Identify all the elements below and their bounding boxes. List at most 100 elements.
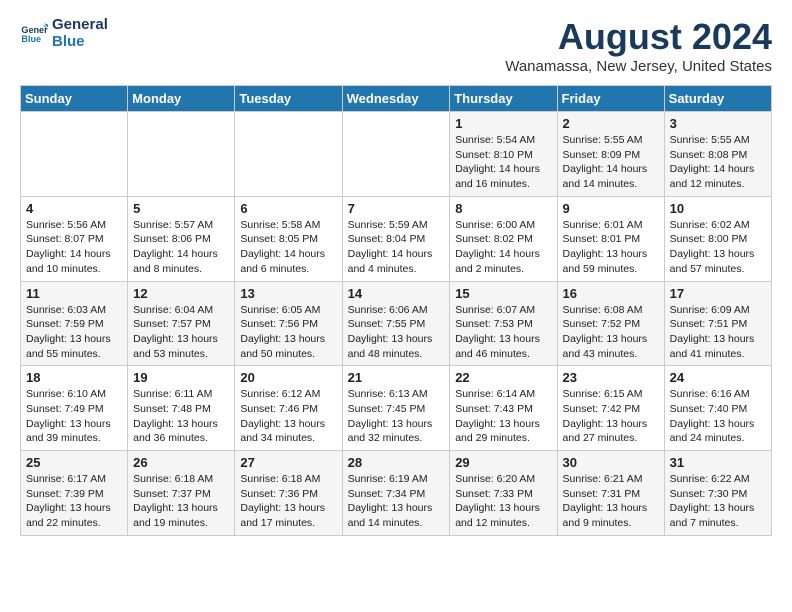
day-detail: Sunrise: 6:19 AM Sunset: 7:34 PM Dayligh…	[348, 472, 445, 531]
svg-text:Blue: Blue	[21, 34, 41, 44]
day-number: 7	[348, 201, 445, 216]
day-detail: Sunrise: 6:15 AM Sunset: 7:42 PM Dayligh…	[563, 387, 659, 446]
title-block: August 2024 Wanamassa, New Jersey, Unite…	[505, 16, 772, 75]
weekday-header: Sunday	[21, 86, 128, 112]
month-year: August 2024	[505, 16, 772, 58]
day-number: 5	[133, 201, 229, 216]
day-number: 19	[133, 370, 229, 385]
day-detail: Sunrise: 6:05 AM Sunset: 7:56 PM Dayligh…	[240, 303, 336, 362]
calendar-cell: 20 Sunrise: 6:12 AM Sunset: 7:46 PM Dayli…	[235, 366, 342, 451]
day-number: 1	[455, 116, 551, 131]
day-number: 11	[26, 286, 122, 301]
calendar-header-row: SundayMondayTuesdayWednesdayThursdayFrid…	[21, 86, 772, 112]
calendar-cell: 31Sunrise: 6:22 AM Sunset: 7:30 PM Dayli…	[664, 451, 771, 536]
day-detail: Sunrise: 6:13 AM Sunset: 7:45 PM Dayligh…	[348, 387, 445, 446]
calendar-cell: 9 Sunrise: 6:01 AM Sunset: 8:01 PM Daylig…	[557, 196, 664, 281]
day-detail: Sunrise: 6:03 AM Sunset: 7:59 PM Dayligh…	[26, 303, 122, 362]
day-number: 18	[26, 370, 122, 385]
day-number: 30	[563, 455, 659, 470]
day-detail: Sunrise: 6:18 AM Sunset: 7:37 PM Dayligh…	[133, 472, 229, 531]
calendar-cell	[21, 112, 128, 197]
calendar-week-row: 25Sunrise: 6:17 AM Sunset: 7:39 PM Dayli…	[21, 451, 772, 536]
calendar-cell: 14 Sunrise: 6:06 AM Sunset: 7:55 PM Dayli…	[342, 281, 450, 366]
calendar-cell: 29Sunrise: 6:20 AM Sunset: 7:33 PM Dayli…	[450, 451, 557, 536]
day-number: 9	[563, 201, 659, 216]
day-detail: Sunrise: 5:58 AM Sunset: 8:05 PM Dayligh…	[240, 218, 336, 277]
weekday-header: Saturday	[664, 86, 771, 112]
calendar-cell: 7 Sunrise: 5:59 AM Sunset: 8:04 PM Daylig…	[342, 196, 450, 281]
day-detail: Sunrise: 6:21 AM Sunset: 7:31 PM Dayligh…	[563, 472, 659, 531]
day-number: 26	[133, 455, 229, 470]
day-number: 21	[348, 370, 445, 385]
calendar-cell: 13 Sunrise: 6:05 AM Sunset: 7:56 PM Dayli…	[235, 281, 342, 366]
day-detail: Sunrise: 6:12 AM Sunset: 7:46 PM Dayligh…	[240, 387, 336, 446]
day-detail: Sunrise: 6:06 AM Sunset: 7:55 PM Dayligh…	[348, 303, 445, 362]
weekday-header: Thursday	[450, 86, 557, 112]
day-number: 31	[670, 455, 766, 470]
day-number: 16	[563, 286, 659, 301]
calendar-cell	[128, 112, 235, 197]
calendar-cell: 4 Sunrise: 5:56 AM Sunset: 8:07 PM Daylig…	[21, 196, 128, 281]
calendar-cell: 11 Sunrise: 6:03 AM Sunset: 7:59 PM Dayli…	[21, 281, 128, 366]
day-detail: Sunrise: 6:11 AM Sunset: 7:48 PM Dayligh…	[133, 387, 229, 446]
calendar-week-row: 4 Sunrise: 5:56 AM Sunset: 8:07 PM Daylig…	[21, 196, 772, 281]
day-detail: Sunrise: 6:04 AM Sunset: 7:57 PM Dayligh…	[133, 303, 229, 362]
calendar-cell: 8 Sunrise: 6:00 AM Sunset: 8:02 PM Daylig…	[450, 196, 557, 281]
calendar-cell: 3 Sunrise: 5:55 AM Sunset: 8:08 PM Daylig…	[664, 112, 771, 197]
calendar-cell: 25Sunrise: 6:17 AM Sunset: 7:39 PM Dayli…	[21, 451, 128, 536]
calendar-cell: 1 Sunrise: 5:54 AM Sunset: 8:10 PM Daylig…	[450, 112, 557, 197]
page-header: General Blue General Blue August 2024 Wa…	[20, 16, 772, 75]
day-detail: Sunrise: 6:20 AM Sunset: 7:33 PM Dayligh…	[455, 472, 551, 531]
day-number: 27	[240, 455, 336, 470]
calendar-cell: 26 Sunrise: 6:18 AM Sunset: 7:37 PM Dayli…	[128, 451, 235, 536]
day-detail: Sunrise: 6:02 AM Sunset: 8:00 PM Dayligh…	[670, 218, 766, 277]
calendar-cell: 28 Sunrise: 6:19 AM Sunset: 7:34 PM Dayli…	[342, 451, 450, 536]
logo-icon: General Blue	[20, 19, 48, 47]
calendar-cell: 22Sunrise: 6:14 AM Sunset: 7:43 PM Dayli…	[450, 366, 557, 451]
calendar-cell: 5 Sunrise: 5:57 AM Sunset: 8:06 PM Daylig…	[128, 196, 235, 281]
calendar-week-row: 11 Sunrise: 6:03 AM Sunset: 7:59 PM Dayli…	[21, 281, 772, 366]
day-detail: Sunrise: 5:54 AM Sunset: 8:10 PM Dayligh…	[455, 133, 551, 192]
day-number: 15	[455, 286, 551, 301]
day-number: 14	[348, 286, 445, 301]
calendar-cell	[235, 112, 342, 197]
weekday-header: Monday	[128, 86, 235, 112]
logo-line1: General	[52, 16, 108, 33]
day-number: 2	[563, 116, 659, 131]
day-number: 25	[26, 455, 122, 470]
day-detail: Sunrise: 6:16 AM Sunset: 7:40 PM Dayligh…	[670, 387, 766, 446]
day-detail: Sunrise: 5:55 AM Sunset: 8:08 PM Dayligh…	[670, 133, 766, 192]
weekday-header: Friday	[557, 86, 664, 112]
day-detail: Sunrise: 5:56 AM Sunset: 8:07 PM Dayligh…	[26, 218, 122, 277]
day-number: 13	[240, 286, 336, 301]
calendar-cell: 17 Sunrise: 6:09 AM Sunset: 7:51 PM Dayli…	[664, 281, 771, 366]
calendar-cell: 27Sunrise: 6:18 AM Sunset: 7:36 PM Dayli…	[235, 451, 342, 536]
day-number: 28	[348, 455, 445, 470]
day-number: 12	[133, 286, 229, 301]
day-number: 4	[26, 201, 122, 216]
calendar-week-row: 18Sunrise: 6:10 AM Sunset: 7:49 PM Dayli…	[21, 366, 772, 451]
calendar-cell: 23Sunrise: 6:15 AM Sunset: 7:42 PM Dayli…	[557, 366, 664, 451]
day-detail: Sunrise: 6:09 AM Sunset: 7:51 PM Dayligh…	[670, 303, 766, 362]
location: Wanamassa, New Jersey, United States	[505, 58, 772, 75]
calendar-cell: 16Sunrise: 6:08 AM Sunset: 7:52 PM Dayli…	[557, 281, 664, 366]
calendar-cell: 6 Sunrise: 5:58 AM Sunset: 8:05 PM Daylig…	[235, 196, 342, 281]
day-detail: Sunrise: 6:00 AM Sunset: 8:02 PM Dayligh…	[455, 218, 551, 277]
day-detail: Sunrise: 6:01 AM Sunset: 8:01 PM Dayligh…	[563, 218, 659, 277]
day-number: 8	[455, 201, 551, 216]
weekday-header: Tuesday	[235, 86, 342, 112]
day-detail: Sunrise: 6:07 AM Sunset: 7:53 PM Dayligh…	[455, 303, 551, 362]
day-detail: Sunrise: 5:57 AM Sunset: 8:06 PM Dayligh…	[133, 218, 229, 277]
day-number: 17	[670, 286, 766, 301]
day-number: 6	[240, 201, 336, 216]
day-number: 20	[240, 370, 336, 385]
logo: General Blue General Blue	[20, 16, 108, 51]
calendar-table: SundayMondayTuesdayWednesdayThursdayFrid…	[20, 85, 772, 536]
calendar-cell	[342, 112, 450, 197]
day-number: 10	[670, 201, 766, 216]
day-number: 3	[670, 116, 766, 131]
calendar-cell: 21 Sunrise: 6:13 AM Sunset: 7:45 PM Dayli…	[342, 366, 450, 451]
logo-line2: Blue	[52, 33, 108, 50]
calendar-cell: 12 Sunrise: 6:04 AM Sunset: 7:57 PM Dayli…	[128, 281, 235, 366]
day-detail: Sunrise: 5:59 AM Sunset: 8:04 PM Dayligh…	[348, 218, 445, 277]
